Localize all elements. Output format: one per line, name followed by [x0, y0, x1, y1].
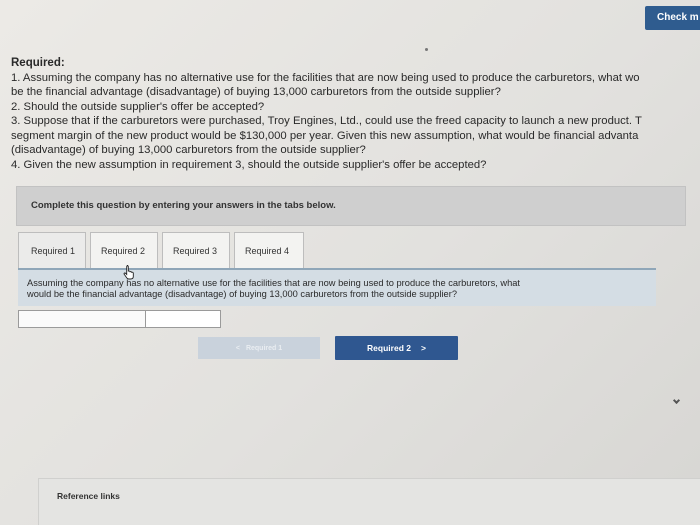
financial-advantage-input[interactable] [146, 310, 221, 328]
previous-requirement-button[interactable]: < Required 1 [198, 337, 320, 359]
tab-required-1[interactable]: Required 1 [18, 232, 86, 268]
requirement-line: segment margin of the new product would … [11, 129, 639, 142]
requirement-line: (disadvantage) of buying 13,000 carburet… [11, 144, 366, 156]
requirement-line: be the financial advantage (disadvantage… [11, 86, 501, 98]
answer-row [18, 310, 221, 328]
requirement-line: 4. Given the new assumption in requireme… [11, 158, 487, 171]
requirements-text: Required: 1. Assuming the company has no… [11, 56, 700, 172]
answer-label-cell [18, 310, 146, 328]
hand-pointer-icon [123, 265, 134, 280]
decorative-dot [425, 48, 428, 51]
tab-required-2[interactable]: Required 2 [90, 232, 158, 268]
previous-button-label: Required 1 [245, 344, 283, 352]
check-my-work-button[interactable]: Check m [645, 6, 700, 30]
requirement-tabs: Required 1 Required 2 Required 3 Require… [18, 232, 304, 268]
chevron-right-icon: > [420, 343, 426, 353]
tab-required-3[interactable]: Required 3 [162, 232, 230, 268]
question-line: would be the financial advantage (disadv… [27, 289, 457, 299]
reference-panel [38, 478, 700, 525]
requirement-line: 1. Assuming the company has no alternati… [11, 71, 640, 84]
requirement-line: 2. Should the outside supplier's offer b… [11, 100, 265, 113]
chevron-down-icon [672, 396, 681, 405]
tab-required-4[interactable]: Required 4 [234, 232, 304, 268]
instruction-banner: Complete this question by entering your … [16, 186, 686, 226]
chevron-left-icon: < [235, 344, 240, 352]
next-button-label: Required 2 [367, 343, 411, 353]
reference-links[interactable]: Reference links [57, 491, 120, 501]
requirements-heading: Required: [11, 57, 65, 69]
question-prompt: Assuming the company has no alternative … [18, 268, 656, 306]
requirement-line: 3. Suppose that if the carburetors were … [11, 115, 642, 127]
next-requirement-button[interactable]: Required 2 > [335, 336, 458, 360]
